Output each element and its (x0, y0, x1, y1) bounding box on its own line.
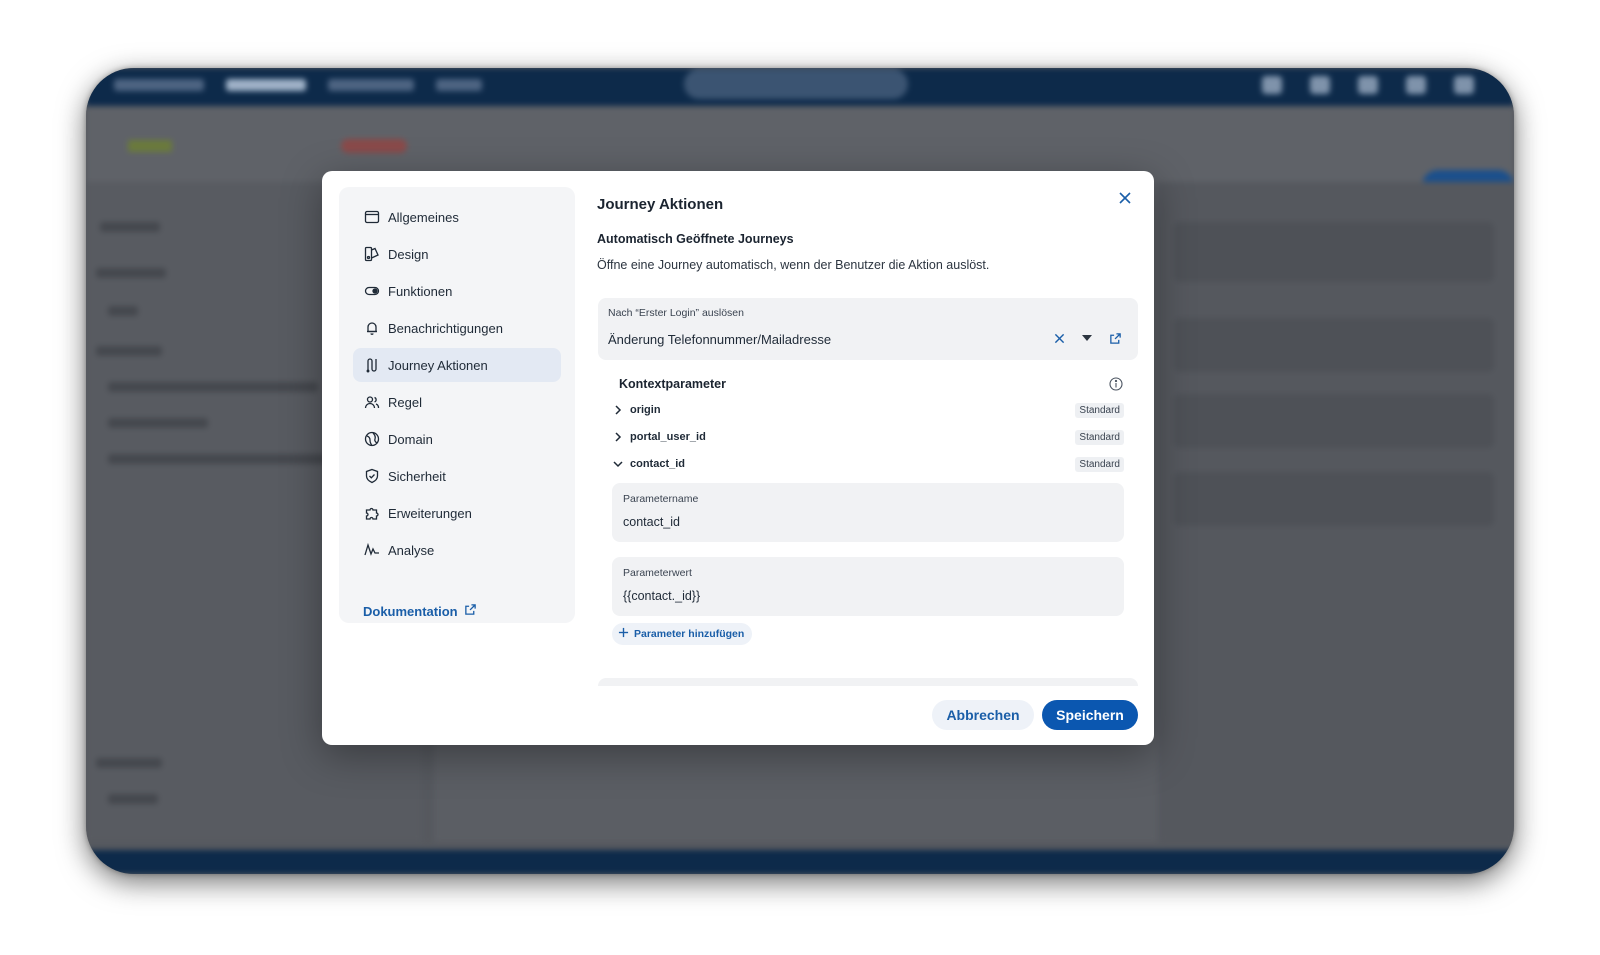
toggle-icon (363, 282, 381, 300)
sidebar-item-journey-aktionen[interactable]: Journey Aktionen (353, 348, 561, 382)
param-value-field[interactable]: Parameterwert {{contact._id}} (612, 557, 1124, 616)
sidebar-item-design[interactable]: Design (353, 237, 561, 271)
bg-search (684, 69, 908, 99)
sidebar-item-domain[interactable]: Domain (353, 422, 561, 456)
save-button[interactable]: Speichern (1042, 700, 1138, 730)
documentation-link[interactable]: Dokumentation (363, 603, 477, 619)
sidebar-item-label: Sicherheit (388, 468, 446, 484)
next-section-edge (598, 678, 1138, 686)
param-name: portal_user_id (630, 431, 706, 443)
trigger-value: Änderung Telefonnummer/Mailadresse (608, 332, 832, 347)
sidebar-item-regel[interactable]: Regel (353, 385, 561, 419)
sidebar-item-label: Allgemeines (388, 209, 459, 225)
param-row-origin[interactable]: origin Standard (612, 401, 1124, 419)
shield-icon (363, 467, 381, 485)
sidebar-item-allgemeines[interactable]: Allgemeines (353, 200, 561, 234)
chevron-right-icon (612, 404, 624, 416)
param-name: contact_id (630, 458, 686, 470)
param-value-value: {{contact._id}} (623, 589, 701, 603)
param-name-value: contact_id (623, 515, 680, 529)
trigger-label: Nach “Erster Login” auslösen (608, 307, 744, 319)
section-description: Öffne eine Journey automatisch, wenn der… (597, 258, 990, 272)
sidebar-item-benachrichtigungen[interactable]: Benachrichtigungen (353, 311, 561, 345)
param-row-contact-id[interactable]: contact_id Standard (612, 455, 1124, 473)
journey-actions-modal: Allgemeines Design Funktionen Benachrich… (322, 171, 1154, 745)
info-icon[interactable] (1109, 377, 1123, 391)
bell-icon (363, 319, 381, 337)
param-tag: Standard (1075, 429, 1124, 445)
users-icon (363, 393, 381, 411)
sidebar-item-label: Funktionen (388, 283, 453, 299)
bg-topbar (86, 68, 1514, 106)
sidebar-item-funktionen[interactable]: Funktionen (353, 274, 561, 308)
modal-title: Journey Aktionen (597, 196, 724, 213)
param-row-portal-user-id[interactable]: portal_user_id Standard (612, 428, 1124, 446)
settings-sidebar: Allgemeines Design Funktionen Benachrich… (339, 187, 575, 623)
sidebar-item-label: Domain (388, 431, 433, 447)
sidebar-item-label: Design (388, 246, 429, 262)
browser-window-icon (363, 208, 381, 226)
journey-trigger-select[interactable]: Nach “Erster Login” auslösen Änderung Te… (598, 298, 1138, 360)
cancel-button[interactable]: Abbrechen (932, 700, 1034, 730)
bg-footer (86, 850, 1514, 874)
sidebar-item-label: Benachrichtigungen (388, 320, 503, 336)
documentation-label: Dokumentation (363, 603, 458, 619)
open-external-icon[interactable] (1108, 331, 1122, 345)
globe-icon (363, 430, 381, 448)
sidebar-item-sicherheit[interactable]: Sicherheit (353, 459, 561, 493)
sidebar-item-analyse[interactable]: Analyse (353, 533, 561, 567)
param-tag: Standard (1075, 402, 1124, 418)
sidebar-item-label: Erweiterungen (388, 505, 472, 521)
add-parameter-label: Parameter hinzufügen (634, 628, 745, 640)
sidebar-item-label: Journey Aktionen (388, 357, 488, 373)
journey-icon (363, 356, 381, 374)
param-name-label: Parametername (623, 493, 699, 505)
sidebar-item-erweiterungen[interactable]: Erweiterungen (353, 496, 561, 530)
bg-right-panel (1160, 182, 1514, 842)
param-name: origin (630, 404, 661, 416)
close-button[interactable] (1115, 190, 1135, 210)
add-parameter-button[interactable]: Parameter hinzufügen (612, 623, 753, 645)
param-tag: Standard (1075, 456, 1124, 472)
pulse-icon (363, 541, 381, 559)
sidebar-item-label: Regel (388, 394, 422, 410)
section-title: Automatisch Geöffnete Journeys (597, 232, 794, 246)
close-icon (1118, 191, 1132, 210)
param-name-field[interactable]: Parametername contact_id (612, 483, 1124, 542)
param-value-label: Parameterwert (623, 567, 692, 579)
puzzle-icon (363, 504, 381, 522)
chevron-down-icon (612, 458, 624, 470)
external-link-icon (464, 603, 477, 619)
sidebar-item-label: Analyse (388, 542, 435, 558)
chevron-right-icon (612, 431, 624, 443)
context-params-title: Kontextparameter (619, 377, 726, 391)
palette-icon (363, 245, 381, 263)
plus-icon (618, 627, 629, 641)
dropdown-caret-icon[interactable] (1080, 331, 1094, 345)
clear-icon[interactable] (1052, 331, 1066, 345)
